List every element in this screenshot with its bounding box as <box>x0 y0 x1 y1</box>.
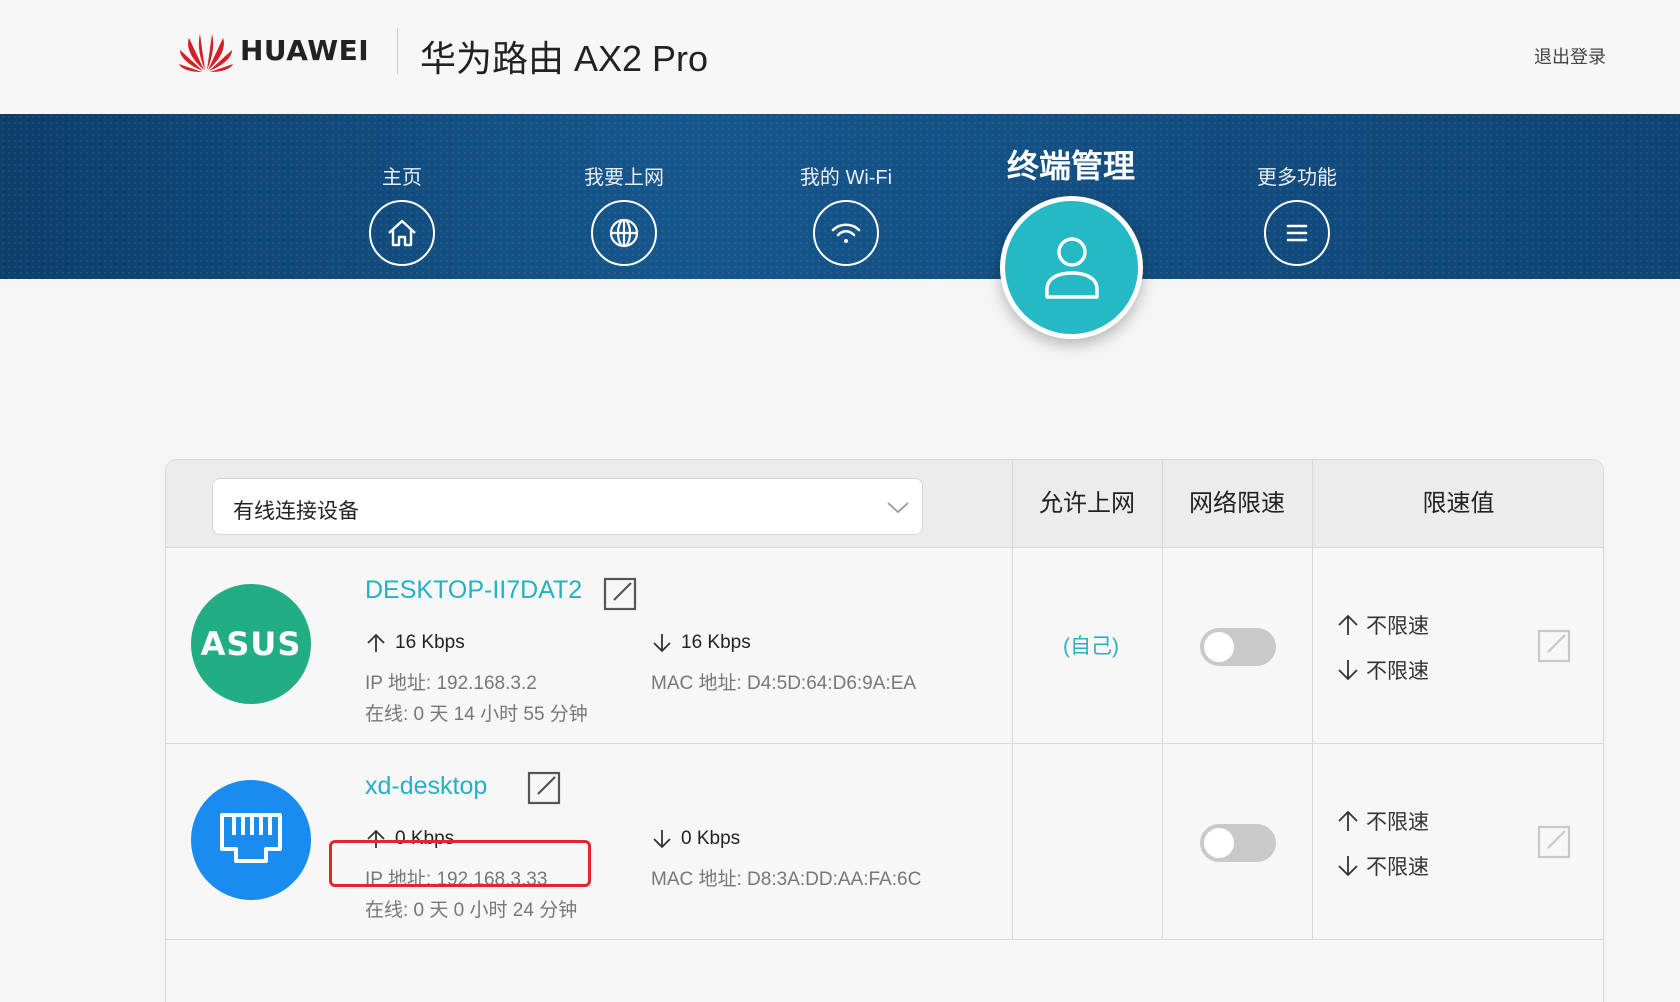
nav-home-label: 主页 <box>382 167 422 189</box>
chevron-down-icon <box>887 502 909 514</box>
nav-more-label: 更多功能 <box>1257 167 1337 189</box>
wifi-icon <box>813 200 879 266</box>
nav-internet-label: 我要上网 <box>584 167 664 189</box>
ip-address: IP 地址: 192.168.3.2 <box>365 673 537 694</box>
nav-terminal-label: 终端管理 <box>1006 148 1135 184</box>
header-divider <box>397 28 398 74</box>
arrow-up-icon <box>1338 810 1358 831</box>
nav-terminal-management[interactable]: 终端管理 <box>981 144 1161 188</box>
col-speed-limit: 网络限速 <box>1189 490 1285 517</box>
nav-banner: 主页 我要上网 我的 Wi-Fi 终端管理 更多功能 <box>0 114 1680 279</box>
globe-icon <box>591 200 657 266</box>
download-speed-value: 0 Kbps <box>681 828 741 849</box>
product-title: 华为路由 AX2 Pro <box>420 38 709 79</box>
device-name[interactable]: DESKTOP-II7DAT2 <box>365 576 582 605</box>
download-limit-value: 不限速 <box>1366 856 1429 879</box>
device-type-value: 有线连接设备 <box>233 500 359 523</box>
download-speed: 0 Kbps <box>651 828 740 850</box>
huawei-flower-icon <box>179 34 233 72</box>
table-header: 有线连接设备 允许上网 网络限速 限速值 <box>166 460 1603 548</box>
nav-internet[interactable]: 我要上网 <box>554 164 694 266</box>
top-header: HUAWEI 华为路由 AX2 Pro 退出登录 <box>0 0 1680 114</box>
upload-limit-value: 不限速 <box>1366 811 1429 834</box>
table-row: ASUS DESKTOP-II7DAT2 16 Kbps 16 Kbps IP … <box>166 548 1603 744</box>
mac-address: MAC 地址: D4:5D:64:D6:9A:EA <box>651 673 917 694</box>
online-duration: 在线: 0 天 14 小时 55 分钟 <box>365 704 588 725</box>
edit-limit-icon[interactable] <box>1536 824 1572 860</box>
nav-wifi-label: 我的 Wi-Fi <box>799 167 893 189</box>
arrow-down-icon <box>1338 856 1358 877</box>
download-limit: 不限速 <box>1336 655 1429 685</box>
download-speed: 16 Kbps <box>651 632 751 654</box>
download-limit-value: 不限速 <box>1366 660 1429 683</box>
online-duration: 在线: 0 天 0 小时 24 分钟 <box>365 900 578 921</box>
device-avatar-asus: ASUS <box>191 584 311 704</box>
upload-speed-value: 16 Kbps <box>395 632 465 653</box>
self-label: (自己) <box>1063 635 1119 658</box>
edit-name-icon[interactable] <box>602 576 638 612</box>
upload-speed: 16 Kbps <box>365 632 465 654</box>
logout-link[interactable]: 退出登录 <box>1534 43 1606 69</box>
download-limit: 不限速 <box>1336 851 1429 881</box>
arrow-up-icon <box>1338 614 1358 635</box>
nav-wifi[interactable]: 我的 Wi-Fi <box>776 164 916 266</box>
col-limit-value: 限速值 <box>1422 490 1495 517</box>
download-speed-value: 16 Kbps <box>681 632 751 653</box>
device-table: 有线连接设备 允许上网 网络限速 限速值 ASUS DESKTOP-II7DAT… <box>165 459 1604 1002</box>
speed-limit-toggle[interactable] <box>1200 628 1276 666</box>
ip-highlight-box <box>329 840 591 887</box>
edit-limit-icon[interactable] <box>1536 628 1572 664</box>
edit-name-icon[interactable] <box>526 770 562 806</box>
nav-home[interactable]: 主页 <box>332 164 472 266</box>
speed-limit-toggle[interactable] <box>1200 824 1276 862</box>
brand-name: HUAWEI <box>240 33 370 67</box>
col-allow-internet: 允许上网 <box>1039 490 1135 517</box>
menu-icon <box>1264 200 1330 266</box>
user-icon[interactable] <box>1000 196 1143 339</box>
mac-address: MAC 地址: D8:3A:DD:AA:FA:6C <box>651 869 922 890</box>
device-type-select[interactable]: 有线连接设备 <box>212 478 923 535</box>
arrow-down-icon <box>653 634 671 653</box>
nav-more[interactable]: 更多功能 <box>1227 164 1367 266</box>
home-icon <box>369 200 435 266</box>
upload-limit: 不限速 <box>1336 806 1429 836</box>
ethernet-icon <box>191 780 311 900</box>
arrow-down-icon <box>1338 660 1358 681</box>
huawei-logo: HUAWEI <box>178 28 369 72</box>
upload-limit: 不限速 <box>1336 610 1429 640</box>
arrow-down-icon <box>653 830 671 849</box>
device-name[interactable]: xd-desktop <box>365 772 487 801</box>
arrow-up-icon <box>367 633 385 652</box>
upload-limit-value: 不限速 <box>1366 615 1429 638</box>
